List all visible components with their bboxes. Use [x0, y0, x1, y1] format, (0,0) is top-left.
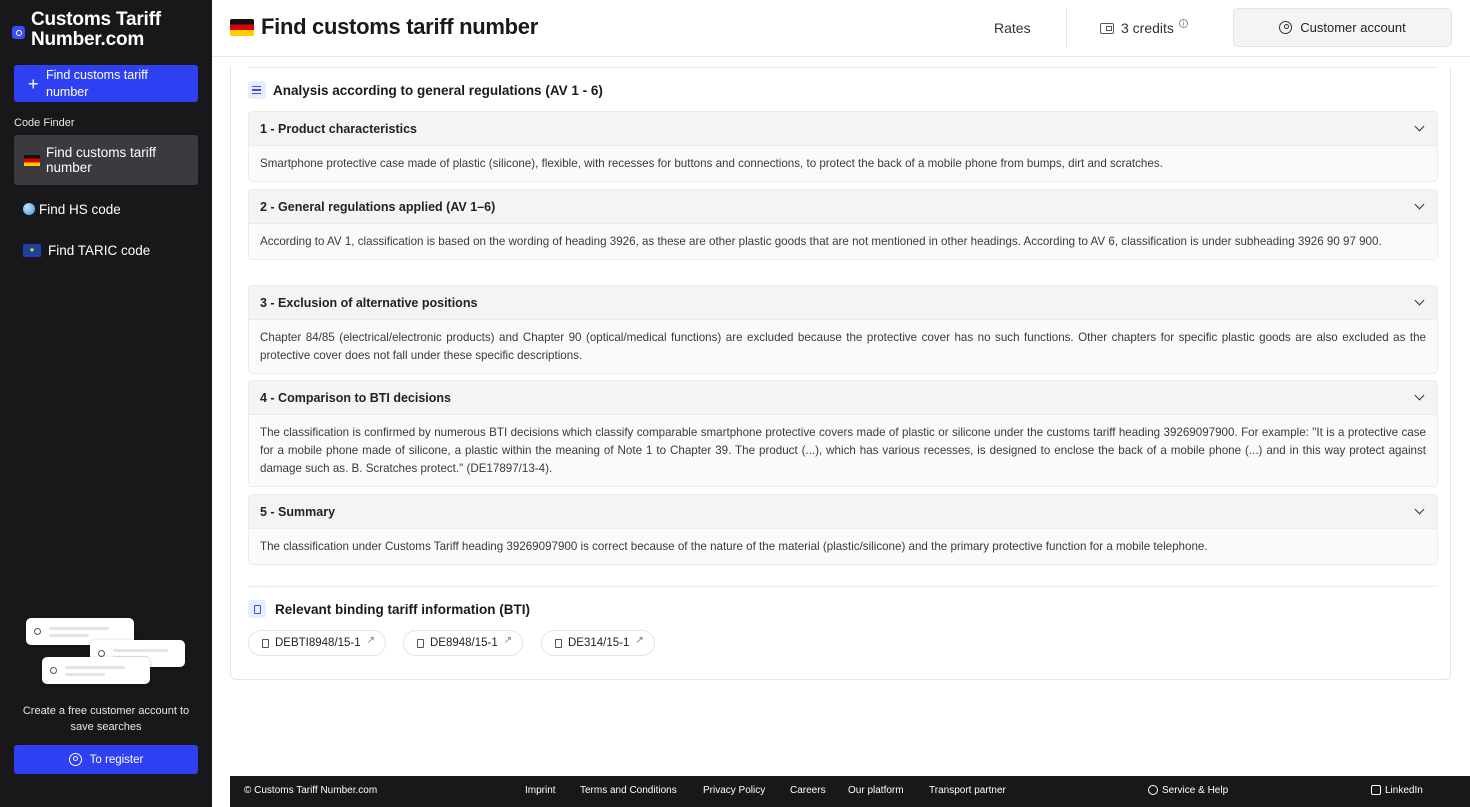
accordion-header[interactable]: 2 - General regulations applied (AV 1–6)	[249, 190, 1437, 224]
customer-account-label: Customer account	[1300, 20, 1406, 35]
accordion-header[interactable]: 5 - Summary	[249, 495, 1437, 529]
sidebar: Customs Tariff Number.com + Find customs…	[0, 0, 212, 807]
bti-heading: Relevant binding tariff information (BTI…	[248, 600, 530, 618]
german-flag-icon	[230, 18, 254, 36]
file-icon	[262, 638, 269, 648]
bti-chip[interactable]: DE8948/15-1 ↗	[403, 630, 524, 656]
header: Find customs tariff number Rates 3 credi…	[212, 0, 1470, 57]
help-icon	[1148, 785, 1158, 795]
document-icon	[248, 600, 266, 618]
search-illustration	[20, 615, 190, 690]
register-cta-text: Create a free customer account to save s…	[22, 705, 190, 733]
credits-label: 3 credits	[1121, 20, 1174, 36]
bti-chip-label: DEBTI8948/15-1	[275, 637, 361, 649]
accordion-title: 4 - Comparison to BTI decisions	[260, 390, 451, 405]
footer-link-terms[interactable]: Terms and Conditions	[580, 785, 677, 796]
analysis-title: Analysis according to general regulation…	[273, 82, 603, 98]
bti-chip-label: DE314/15-1	[568, 637, 630, 649]
accordion-header[interactable]: 4 - Comparison to BTI decisions	[249, 381, 1437, 415]
illustration-card	[42, 657, 150, 684]
file-icon	[555, 638, 562, 648]
external-link-icon: ↗	[503, 635, 513, 646]
external-link-icon: ↗	[635, 635, 644, 646]
accordion-title: 5 - Summary	[260, 504, 336, 519]
accordion-title: 2 - General regulations applied (AV 1–6)	[260, 199, 496, 214]
accordion-body: The classification is confirmed by numer…	[249, 415, 1437, 486]
bti-title: Relevant binding tariff information (BTI…	[275, 601, 530, 617]
accordion-header[interactable]: 1 - Product characteristics	[249, 112, 1437, 146]
customer-account-button[interactable]: Customer account	[1233, 8, 1452, 47]
sidebar-item-label: Find HS code	[39, 201, 121, 217]
credits-display[interactable]: 3 credits i	[1100, 18, 1188, 36]
user-icon	[68, 753, 82, 766]
register-button[interactable]: To register	[14, 745, 198, 774]
list-icon	[248, 81, 266, 99]
footer-link-imprint[interactable]: Imprint	[525, 785, 556, 796]
accordion-body: The classification under Customs Tariff …	[249, 529, 1437, 564]
accordion-body: According to AV 1, classification is bas…	[249, 224, 1437, 259]
page-title-text: Find customs tariff number	[261, 14, 538, 39]
bti-chip[interactable]: DE314/15-1 ↗	[541, 630, 655, 656]
accordion-summary: 5 - Summary The classification under Cus…	[248, 494, 1438, 565]
footer-link-help[interactable]: Service & Help	[1148, 785, 1228, 796]
accordion-header[interactable]: 3 - Exclusion of alternative positions	[249, 286, 1437, 320]
chevron-down-icon	[1414, 504, 1425, 515]
sidebar-item-customs-tariff[interactable]: Find customs tariff number	[14, 135, 198, 185]
rates-link[interactable]: Rates	[994, 20, 1031, 36]
divider	[248, 586, 1438, 587]
linkedin-icon	[1371, 785, 1381, 795]
footer-copyright: © Customs Tariff Number.com	[244, 785, 378, 796]
chevron-down-icon	[1414, 121, 1425, 132]
accordion-general-regulations: 2 - General regulations applied (AV 1–6)…	[248, 189, 1438, 260]
help-label: Service & Help	[1162, 785, 1229, 796]
button-label: Find customs tariff number	[46, 67, 148, 99]
page-title: Find customs tariff number	[230, 14, 538, 40]
user-icon	[1279, 21, 1293, 34]
bti-chip[interactable]: DEBTI8948/15-1 ↗	[248, 630, 387, 656]
globe-icon	[23, 203, 35, 215]
accordion-body: Smartphone protective case made of plast…	[249, 146, 1437, 181]
eu-flag-icon: ★	[23, 243, 41, 257]
accordion-title: 1 - Product characteristics	[260, 121, 418, 136]
sidebar-item-hs-code[interactable]: Find HS code	[14, 198, 198, 220]
register-button-label: To register	[89, 753, 144, 766]
section-label-code-finder: Code Finder	[14, 117, 75, 129]
accordion-title: 3 - Exclusion of alternative positions	[260, 295, 478, 310]
footer-link-careers[interactable]: Careers	[790, 785, 826, 796]
brand[interactable]: Customs Tariff Number.com	[12, 10, 181, 50]
chevron-down-icon	[1414, 295, 1425, 306]
footer-link-linkedin[interactable]: LinkedIn	[1371, 785, 1423, 796]
divider	[248, 67, 1438, 68]
accordion-body: Chapter 84/85 (electrical/electronic pro…	[249, 320, 1437, 373]
brand-name: Customs Tariff Number.com	[31, 9, 161, 50]
plus-icon: +	[28, 73, 39, 94]
bti-chip-label: DE8948/15-1	[430, 637, 498, 649]
footer-link-privacy[interactable]: Privacy Policy	[703, 785, 765, 796]
sidebar-item-label: Find customs tariff number	[46, 145, 157, 175]
accordion-bti-comparison: 4 - Comparison to BTI decisions The clas…	[248, 380, 1438, 487]
accordion-product-characteristics: 1 - Product characteristics Smartphone p…	[248, 111, 1438, 182]
chevron-down-icon	[1414, 199, 1425, 210]
find-customs-tariff-number-button[interactable]: + Find customs tariff number	[14, 65, 198, 102]
brand-logo-icon	[12, 26, 25, 39]
header-divider	[1066, 8, 1067, 48]
external-link-icon: ↗	[366, 635, 376, 646]
footer: © Customs Tariff Number.com Imprint Term…	[230, 776, 1470, 807]
german-flag-icon	[24, 154, 40, 166]
chevron-down-icon	[1414, 390, 1425, 401]
info-icon[interactable]: i	[1178, 18, 1188, 28]
footer-link-transport[interactable]: Transport partner	[929, 785, 1006, 796]
wallet-icon	[1100, 22, 1114, 34]
linkedin-label: LinkedIn	[1385, 785, 1423, 796]
sidebar-item-label: Find TARIC code	[48, 242, 151, 258]
footer-link-platform[interactable]: Our platform	[848, 785, 904, 796]
sidebar-item-taric-code[interactable]: ★ Find TARIC code	[14, 239, 198, 261]
analysis-heading: Analysis according to general regulation…	[248, 81, 603, 99]
file-icon	[417, 638, 424, 648]
accordion-exclusion: 3 - Exclusion of alternative positions C…	[248, 285, 1438, 374]
